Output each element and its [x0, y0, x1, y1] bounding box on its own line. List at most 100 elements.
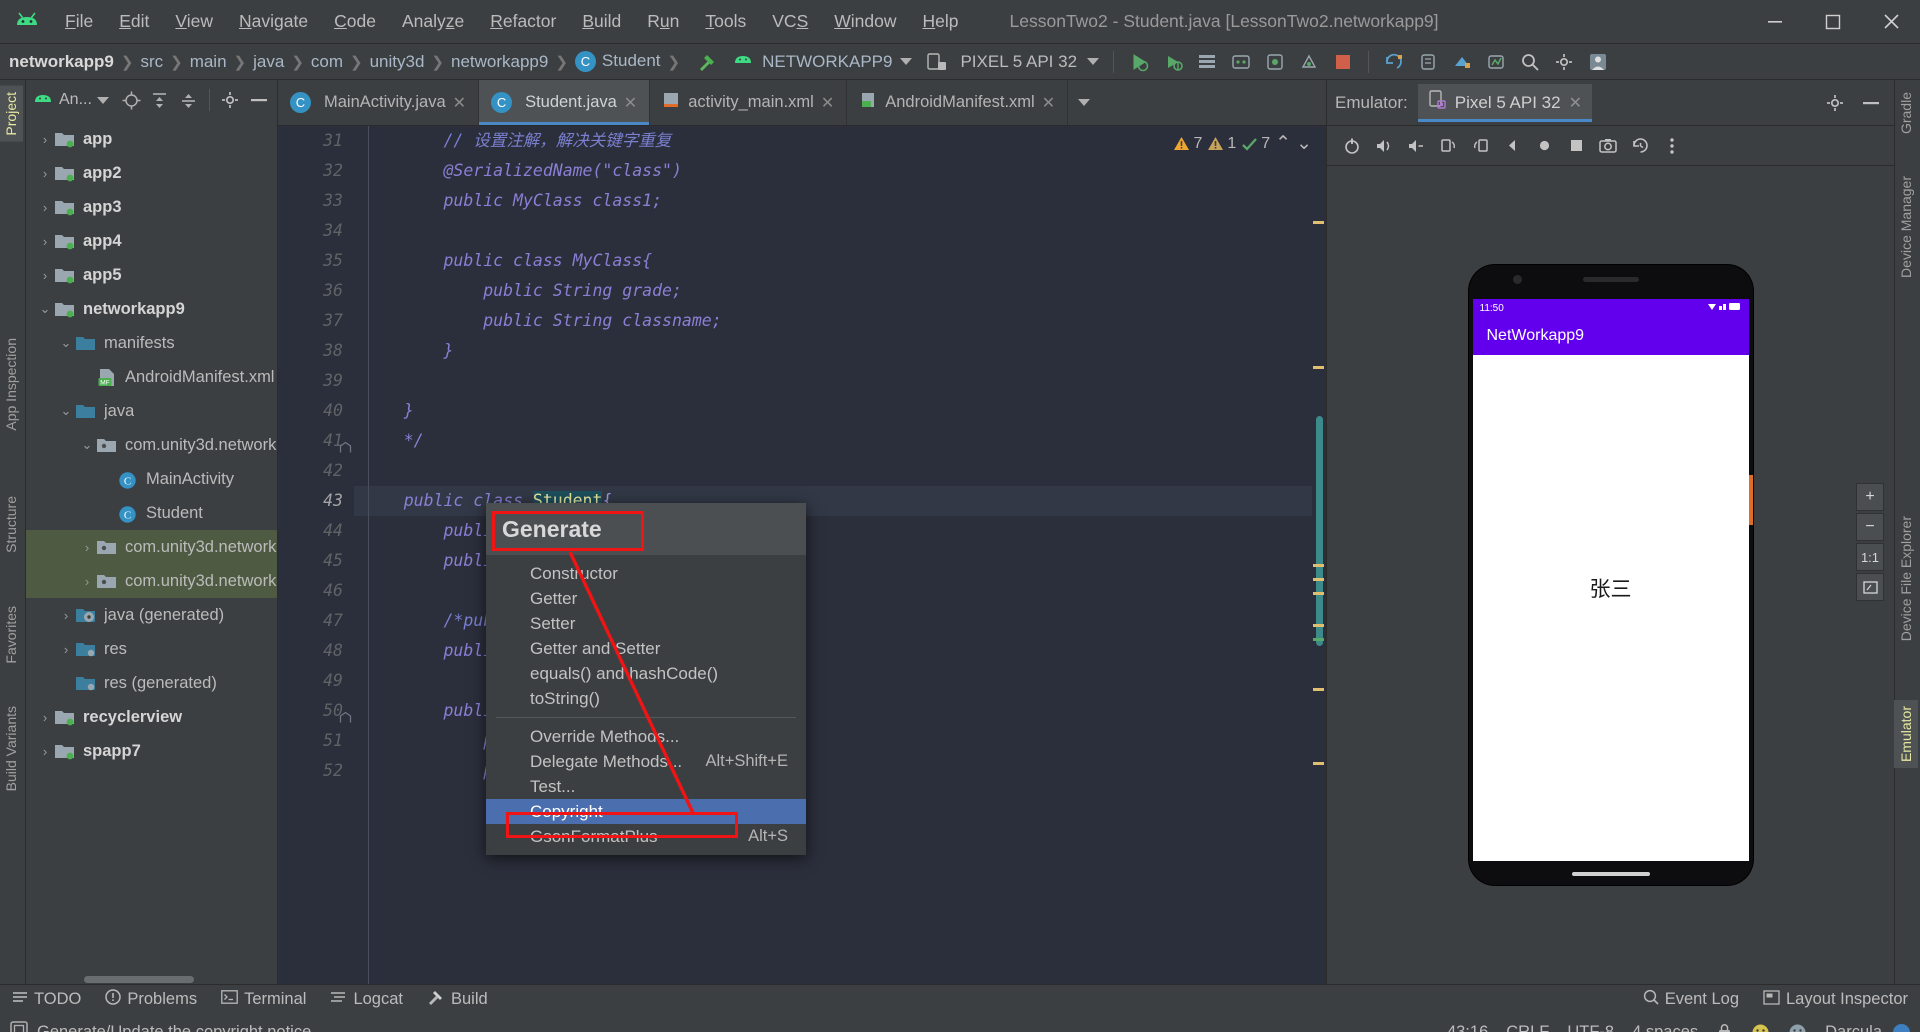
screenshot-camera-icon[interactable]	[1593, 132, 1623, 160]
disclosure-arrow-icon[interactable]: ⌄	[36, 301, 54, 317]
user-avatar-icon[interactable]	[1583, 48, 1613, 76]
fit-screen-icon[interactable]	[1856, 573, 1884, 602]
menu-item-getter[interactable]: Getter	[486, 586, 806, 611]
tree-item-com-unity3d-networkapp9[interactable]: ⌄ com.unity3d.networkapp9	[26, 428, 277, 462]
sidebar-item-project[interactable]: Project	[0, 86, 23, 142]
tree-item-app4[interactable]: › app4	[26, 224, 277, 258]
tree-item-student[interactable]: C Student	[26, 496, 277, 530]
sidebar-item-build-variants[interactable]: Build Variants	[0, 700, 23, 797]
menu-refactor[interactable]: Refactor	[477, 7, 569, 36]
bottom-item-terminal[interactable]: Terminal	[209, 990, 318, 1009]
marker-warning[interactable]	[1313, 688, 1324, 691]
settings-gear-icon[interactable]	[1820, 89, 1850, 117]
locate-target-icon[interactable]	[119, 88, 144, 112]
close-button[interactable]	[1862, 0, 1920, 44]
disclosure-arrow-icon[interactable]: ›	[36, 234, 54, 249]
marker-warning[interactable]	[1313, 624, 1324, 627]
avd-icon[interactable]	[1260, 48, 1290, 76]
tab-activity-main-xml[interactable]: activity_main.xml ✕	[650, 80, 848, 125]
code-line[interactable]: public String classname;	[354, 306, 1312, 336]
tree-item-app[interactable]: › app	[26, 122, 277, 156]
hide-panel-icon[interactable]	[1856, 89, 1886, 117]
editor-marker-bar[interactable]	[1312, 126, 1326, 984]
menu-run[interactable]: Run	[634, 7, 692, 36]
disclosure-arrow-icon[interactable]: ›	[36, 200, 54, 215]
maximize-button[interactable]	[1804, 0, 1862, 44]
tree-item-recyclerview[interactable]: › recyclerview	[26, 700, 277, 734]
bottom-item-problems[interactable]: Problems	[93, 989, 209, 1010]
breadcrumb-item-7[interactable]: C Student	[570, 49, 666, 74]
sidebar-item-gradle[interactable]: Gradle	[1894, 86, 1918, 140]
code-line[interactable]: public MyClass class1;	[354, 186, 1312, 216]
tree-item-res[interactable]: › res	[26, 632, 277, 666]
chevron-down-icon[interactable]	[900, 58, 913, 65]
marker-warning[interactable]	[1313, 564, 1324, 567]
tree-item-com-unity3d-networkapp9-androidtest[interactable]: › com.unity3d.networkapp9 (androidTest)	[26, 530, 277, 564]
sidebar-item-device-file-explorer[interactable]: Device File Explorer	[1894, 510, 1918, 647]
menu-file[interactable]: FFileile	[52, 7, 106, 36]
expand-all-icon[interactable]	[148, 88, 173, 112]
bottom-item-logcat[interactable]: Logcat	[318, 990, 415, 1009]
chevron-down-icon[interactable]	[96, 96, 109, 104]
disclosure-arrow-icon[interactable]: ›	[57, 642, 75, 657]
profile-icon[interactable]	[1481, 48, 1511, 76]
breadcrumb-item-0[interactable]: networkapp9	[4, 50, 119, 74]
code-line[interactable]: @SerializedName("class")	[354, 156, 1312, 186]
actual-size-icon[interactable]: 1:1	[1856, 543, 1884, 572]
lock-icon[interactable]	[1716, 1023, 1733, 1032]
marker-warning[interactable]	[1313, 592, 1324, 595]
app-content-area[interactable]: 张三	[1472, 355, 1749, 861]
sidebar-item-app-inspection[interactable]: App Inspection	[0, 332, 23, 437]
code-line[interactable]: // 设置注解，解决关键字重复	[354, 126, 1312, 156]
code-line[interactable]	[354, 216, 1312, 246]
home-icon[interactable]	[1529, 132, 1559, 160]
bottom-item-event-log[interactable]: Event Log	[1631, 989, 1751, 1010]
stop-icon[interactable]	[1328, 48, 1358, 76]
menu-tools[interactable]: Tools	[692, 7, 759, 36]
power-icon[interactable]	[1337, 132, 1367, 160]
disclosure-arrow-icon[interactable]: ›	[36, 710, 54, 725]
breadcrumb-item-1[interactable]: src	[135, 50, 168, 74]
breadcrumb-item-3[interactable]: java	[248, 50, 289, 74]
menu-item-override-methods[interactable]: Override Methods...	[486, 724, 806, 749]
bottom-item-layout-inspector[interactable]: Layout Inspector	[1751, 989, 1920, 1010]
disclosure-arrow-icon[interactable]: ⌄	[57, 335, 75, 351]
disclosure-arrow-icon[interactable]: ⌄	[57, 403, 75, 419]
marker-warning[interactable]	[1313, 221, 1324, 224]
sdk-manager-icon[interactable]	[1447, 48, 1477, 76]
menu-item-gsonformatplus[interactable]: GsonFormatPlus Alt+S	[486, 824, 806, 849]
code-line[interactable]: }	[354, 396, 1312, 426]
avd-manager-icon[interactable]	[1413, 48, 1443, 76]
line-separator[interactable]: CRLF	[1506, 1023, 1549, 1032]
indent-setting[interactable]: 4 spaces	[1632, 1023, 1698, 1032]
tree-item-manifests[interactable]: ⌄ manifests	[26, 326, 277, 360]
prev-problem-icon[interactable]: ⌃	[1275, 132, 1291, 155]
next-problem-icon[interactable]: ⌄	[1296, 132, 1312, 155]
menu-vcs[interactable]: VCS	[759, 7, 821, 36]
menu-item-tostring[interactable]: toString()	[486, 686, 806, 711]
menu-navigate[interactable]: Navigate	[226, 7, 321, 36]
disclosure-arrow-icon[interactable]: ›	[36, 166, 54, 181]
marker-ok[interactable]	[1313, 638, 1324, 641]
sidebar-item-favorites[interactable]: Favorites	[0, 600, 23, 670]
close-icon[interactable]: ✕	[1569, 93, 1582, 113]
tree-item-spapp7[interactable]: › spapp7	[26, 734, 277, 768]
menu-help[interactable]: Help	[910, 7, 972, 36]
rotate-right-icon[interactable]	[1465, 132, 1495, 160]
file-encoding[interactable]: UTF-8	[1567, 1023, 1614, 1032]
profiler-icon[interactable]	[1226, 48, 1256, 76]
bottom-item-build[interactable]: Build	[415, 989, 500, 1010]
tab-student-java[interactable]: C Student.java ✕	[479, 80, 651, 125]
run-configuration-selector[interactable]: NETWORKAPP9	[724, 49, 920, 74]
menu-item-getter-and-setter[interactable]: Getter and Setter	[486, 636, 806, 661]
code-fold-icon[interactable]	[339, 704, 352, 723]
disclosure-arrow-icon[interactable]: ⌄	[78, 437, 96, 453]
scrollbar-thumb[interactable]	[84, 976, 194, 983]
tree-item-networkapp9[interactable]: ⌄ networkapp9	[26, 292, 277, 326]
theme-indicator[interactable]: Darcula	[1825, 1023, 1910, 1032]
marker-warning[interactable]	[1313, 366, 1324, 369]
disclosure-arrow-icon[interactable]: ›	[36, 132, 54, 147]
menu-build[interactable]: Build	[569, 7, 634, 36]
device-manager-icon[interactable]	[922, 48, 952, 76]
gradle-sync-icon[interactable]	[1379, 48, 1409, 76]
